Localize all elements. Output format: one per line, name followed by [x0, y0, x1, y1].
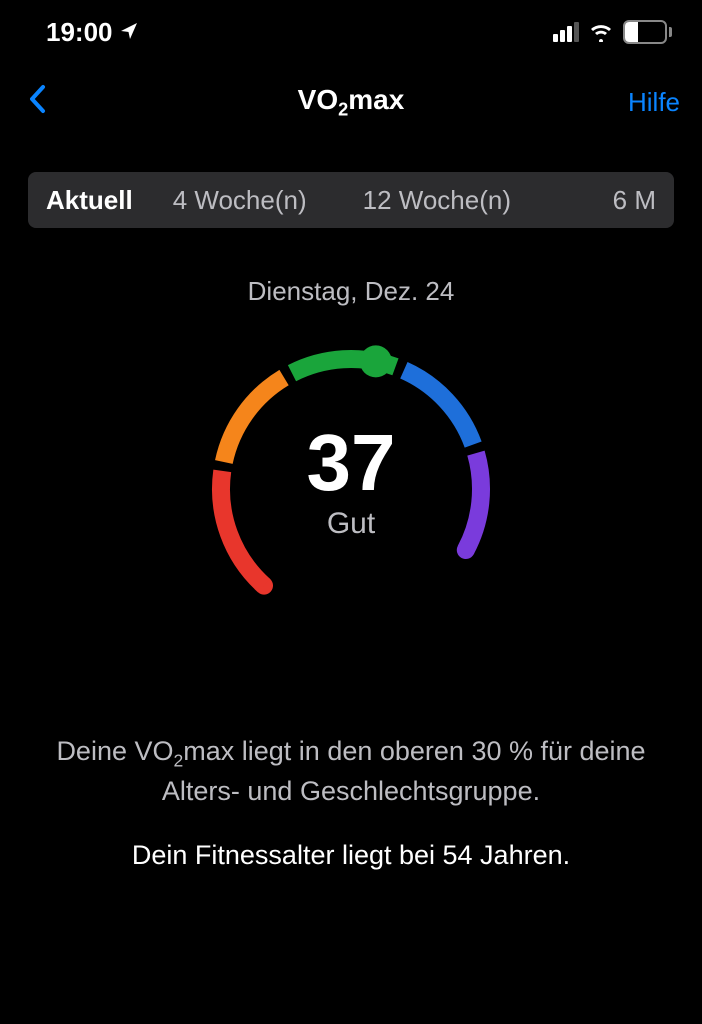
- date-label: Dienstag, Dez. 24: [0, 276, 702, 307]
- fitness-age-text: Dein Fitnessalter liegt bei 54 Jahren.: [30, 840, 672, 871]
- status-bar: 19:00 32: [0, 0, 702, 56]
- gauge-status: Gut: [327, 507, 375, 541]
- status-time-group: 19:00: [46, 17, 139, 48]
- tab-4-weeks[interactable]: 4 Woche(n): [173, 185, 307, 216]
- page-title: VO2max: [0, 84, 702, 121]
- time-range-segmented[interactable]: Aktuell 4 Woche(n) 12 Woche(n) 6 M: [28, 172, 674, 228]
- battery-indicator: 32: [623, 20, 672, 44]
- back-button[interactable]: [22, 80, 52, 124]
- nav-bar: VO2max Hilfe: [0, 56, 702, 138]
- location-icon: [119, 17, 139, 48]
- gauge-value: 37: [307, 423, 396, 503]
- cellular-signal-icon: [553, 22, 579, 42]
- tab-current[interactable]: Aktuell: [46, 185, 133, 216]
- help-link[interactable]: Hilfe: [628, 87, 680, 118]
- status-right: 32: [553, 20, 672, 44]
- vo2max-description: Deine VO2max liegt in den oberen 30 % fü…: [30, 733, 672, 810]
- tab-12-weeks[interactable]: 12 Woche(n): [363, 185, 511, 216]
- tab-6-months[interactable]: 6 M: [613, 185, 656, 216]
- battery-level: 32: [625, 24, 665, 41]
- vo2max-gauge: 37 Gut: [0, 329, 702, 629]
- wifi-icon: [589, 22, 613, 42]
- status-time: 19:00: [46, 17, 113, 48]
